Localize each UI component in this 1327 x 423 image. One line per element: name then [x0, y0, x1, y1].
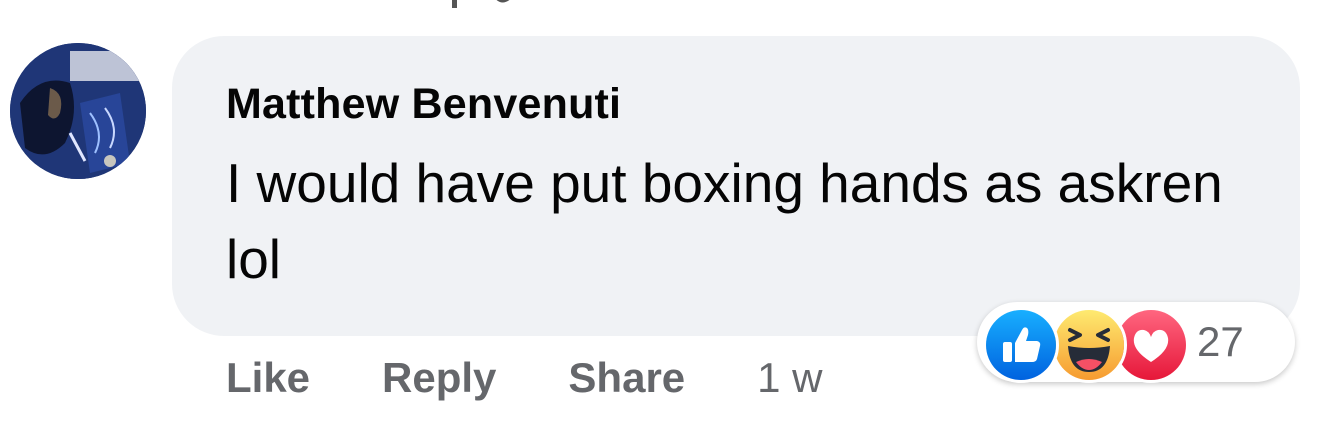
like-button[interactable]: Like [226, 354, 310, 402]
comment-timestamp[interactable]: 1 w [757, 354, 822, 402]
like-reaction-icon [983, 307, 1059, 383]
reaction-icons [983, 304, 1189, 383]
comment-actions: Like Reply Share 1 w [226, 352, 823, 404]
avatar[interactable] [10, 43, 146, 179]
comment-author-name[interactable]: Matthew Benvenuti [226, 80, 621, 129]
share-button[interactable]: Share [568, 354, 685, 402]
haha-reaction-icon [1051, 307, 1127, 383]
reactions-summary[interactable]: 27 [977, 302, 1295, 383]
reply-button[interactable]: Reply [382, 354, 496, 402]
comment-text: I would have put boxing hands as askren … [226, 152, 1223, 290]
cropped-text-fragment [452, 0, 510, 8]
reaction-count: 27 [1197, 318, 1244, 365]
profile-photo [10, 43, 146, 179]
